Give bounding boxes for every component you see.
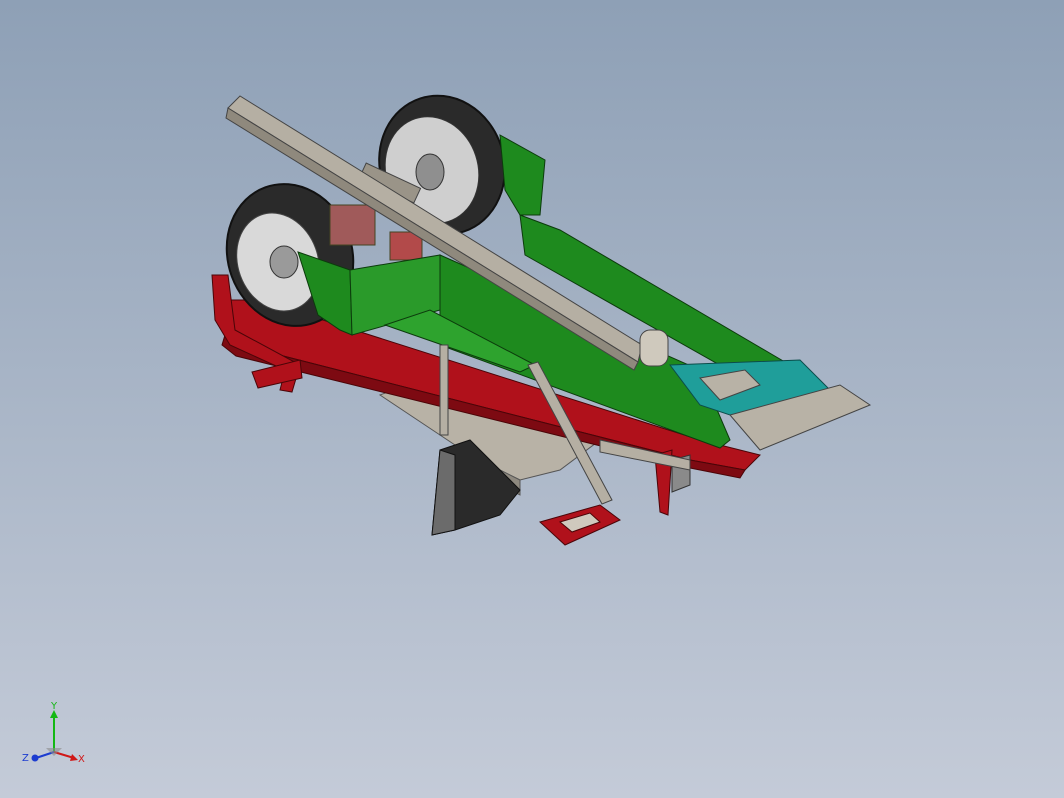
orientation-triad: Y X Z <box>22 701 85 765</box>
z-axis-label: Z <box>22 753 29 764</box>
y-axis-label: Y <box>50 701 58 712</box>
x-axis-label: X <box>78 754 85 765</box>
z-point-icon <box>31 754 39 762</box>
graphics-viewport[interactable]: Y X Z <box>0 0 1064 798</box>
planter-3d-model[interactable] <box>0 0 1064 798</box>
x-arrow-icon <box>70 754 78 761</box>
